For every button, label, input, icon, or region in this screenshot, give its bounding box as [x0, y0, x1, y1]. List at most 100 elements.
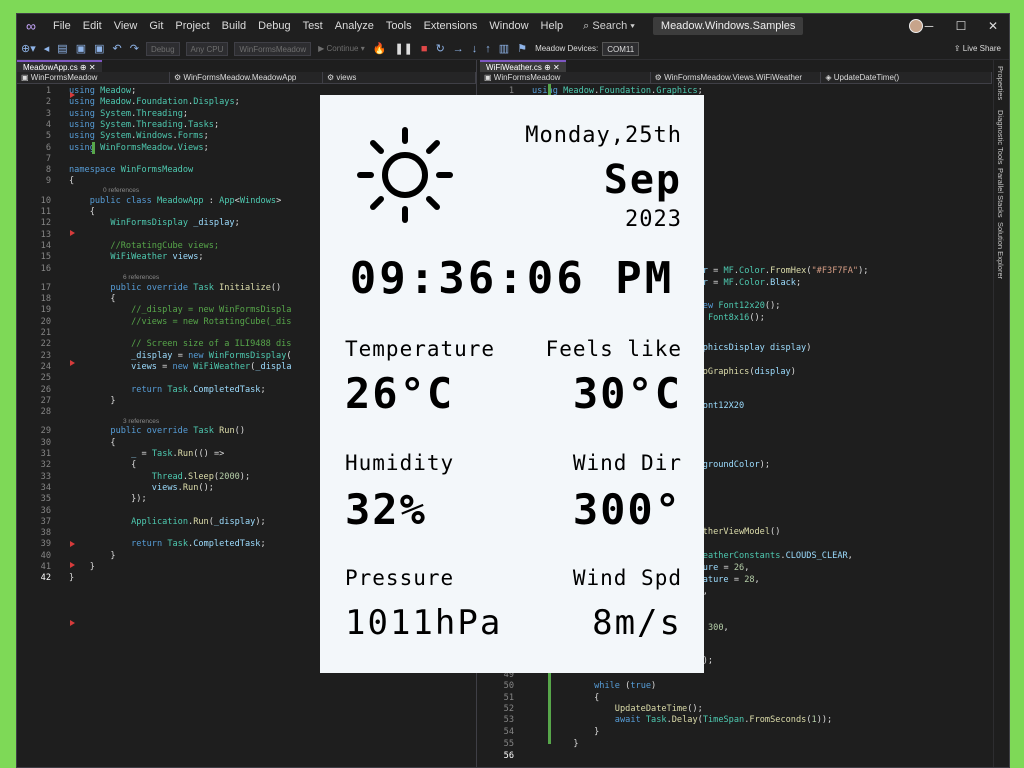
class-dropdown[interactable]: ⚙ WinFormsMeadow.Views.WiFiWeather	[651, 72, 822, 83]
code-text: WiFiWeather views;	[110, 252, 204, 263]
restart-icon[interactable]: ↻	[432, 38, 449, 60]
code-text: public override Task Run()	[110, 426, 246, 437]
humidity-label: Humidity	[345, 451, 455, 475]
line-number: 2	[45, 97, 51, 108]
breakpoint-marker-icon[interactable]	[70, 620, 75, 626]
solution-explorer-tab[interactable]: Solution Explorer	[996, 222, 1005, 279]
line-number: 51	[503, 693, 514, 703]
breakpoint-marker-icon[interactable]	[70, 92, 75, 98]
new-item-icon[interactable]: ⊕▾	[17, 38, 40, 60]
line-number: 53	[503, 715, 514, 725]
date-day: Monday,25th	[525, 123, 682, 148]
code-text: UpdateDateTime();	[614, 704, 703, 714]
code-text: {	[69, 176, 75, 187]
line-number: 40	[40, 550, 51, 561]
breakpoint-marker-icon[interactable]	[70, 230, 75, 236]
code-text: Application.Run(_display);	[131, 516, 266, 527]
platform-select[interactable]: Any CPU	[185, 41, 229, 56]
menu-file[interactable]: File	[47, 14, 77, 38]
codelens-references[interactable]: 3 references	[123, 418, 159, 425]
step-icon[interactable]: →	[449, 38, 468, 60]
line-number: 36	[40, 505, 51, 516]
tab-wifiweather[interactable]: WiFiWeather.cs ⊕ ✕	[480, 60, 566, 72]
code-text: }	[110, 395, 116, 406]
maximize-icon[interactable]: ☐	[945, 14, 977, 38]
codelens-references[interactable]: 6 references	[123, 274, 159, 281]
code-text: }	[594, 727, 600, 737]
back-icon[interactable]: ◂	[40, 38, 54, 60]
diagnostics-icon[interactable]: ▥	[495, 38, 513, 60]
line-number: 38	[40, 528, 51, 539]
save-icon[interactable]: ▣	[72, 38, 90, 60]
menu-test[interactable]: Test	[297, 14, 329, 38]
code-line[interactable]: 55 }	[480, 739, 992, 750]
stop-icon[interactable]: ■	[417, 38, 432, 60]
line-number: 31	[40, 449, 51, 459]
hot-reload-icon[interactable]: 🔥	[369, 38, 391, 60]
code-line[interactable]: 51 {	[480, 693, 992, 704]
continue-button[interactable]: ▶ Continue ▾	[314, 44, 369, 53]
menu-tools[interactable]: Tools	[380, 14, 418, 38]
code-text: //_display = new WinFormsDispla	[131, 305, 292, 316]
step-into-icon[interactable]: ↓	[468, 38, 482, 60]
bookmark-icon[interactable]: ⚑	[513, 38, 531, 60]
code-line[interactable]: 54 }	[480, 727, 992, 738]
parallel-stacks-tab[interactable]: Parallel Stacks	[996, 168, 1005, 218]
pause-icon[interactable]: ❚❚	[390, 38, 416, 60]
breakpoint-marker-icon[interactable]	[70, 360, 75, 366]
menu-bar: ∞ File Edit View Git Project Build Debug Test An…	[17, 14, 1009, 38]
search-box[interactable]: ⌕ Search ▾	[575, 17, 643, 35]
menu-extensions[interactable]: Extensions	[418, 14, 484, 38]
step-out-icon[interactable]: ↑	[481, 38, 495, 60]
menu-git[interactable]: Git	[143, 14, 169, 38]
project-dropdown[interactable]: ▣ WinFormsMeadow	[17, 72, 170, 83]
code-text: using System.Threading.Tasks;	[69, 119, 220, 130]
menu-window[interactable]: Window	[483, 14, 534, 38]
menu-analyze[interactable]: Analyze	[329, 14, 380, 38]
project-dropdown[interactable]: ▣ WinFormsMeadow	[480, 72, 651, 83]
menu-build[interactable]: Build	[216, 14, 252, 38]
line-number: 52	[503, 704, 514, 714]
live-share-button[interactable]: ⇪ Live Share	[954, 44, 1001, 53]
properties-tab[interactable]: Properties	[996, 66, 1005, 100]
code-line[interactable]: 52 UpdateDateTime();	[480, 704, 992, 715]
line-number: 25	[40, 373, 51, 384]
code-line[interactable]: 53 await Task.Delay(TimeSpan.FromSeconds…	[480, 715, 992, 726]
save-all-icon[interactable]: ▣	[90, 38, 108, 60]
code-line[interactable]: 56	[480, 751, 992, 762]
configuration-select[interactable]: Debug	[145, 41, 180, 56]
sun-icon	[357, 127, 453, 223]
undo-icon[interactable]: ↶	[109, 38, 126, 60]
code-text: }	[69, 573, 75, 584]
redo-icon[interactable]: ↷	[126, 38, 143, 60]
menu-debug[interactable]: Debug	[252, 14, 296, 38]
line-number: 8	[45, 165, 51, 176]
class-dropdown[interactable]: ⚙ WinFormsMeadow.MeadowApp	[170, 72, 323, 83]
line-number: 39	[40, 539, 51, 550]
line-number: 35	[40, 494, 51, 505]
menu-edit[interactable]: Edit	[77, 14, 108, 38]
com-port-select[interactable]: COM11	[602, 41, 640, 56]
minimize-icon[interactable]: ─	[913, 14, 945, 38]
code-text: views.Run();	[151, 482, 214, 493]
line-number: 54	[503, 727, 514, 737]
member-dropdown[interactable]: ◈ UpdateDateTime()	[821, 72, 993, 83]
code-text: //RotatingCube views;	[110, 240, 220, 251]
menu-project[interactable]: Project	[169, 14, 215, 38]
member-dropdown[interactable]: ⚙ views	[323, 72, 476, 83]
close-icon[interactable]: ✕	[977, 14, 1009, 38]
code-text: _display = new WinFormsDisplay(	[131, 350, 292, 361]
codelens-references[interactable]: 0 references	[103, 187, 139, 194]
open-folder-icon[interactable]: ▤	[53, 38, 71, 60]
diagnostic-tools-tab[interactable]: Diagnostic Tools	[996, 110, 1005, 164]
tab-meadowapp[interactable]: MeadowApp.cs ⊕ ✕	[17, 60, 102, 72]
code-line[interactable]: 50 while (true)	[480, 681, 992, 692]
menu-view[interactable]: View	[108, 14, 144, 38]
startup-project-select[interactable]: WinFormsMeadow	[234, 41, 312, 56]
project-label: WinFormsMeadow	[30, 73, 98, 82]
line-number: 11	[40, 207, 51, 217]
breakpoint-marker-icon[interactable]	[70, 562, 75, 568]
line-number: 6	[45, 142, 51, 153]
menu-help[interactable]: Help	[535, 14, 570, 38]
breakpoint-marker-icon[interactable]	[70, 541, 75, 547]
